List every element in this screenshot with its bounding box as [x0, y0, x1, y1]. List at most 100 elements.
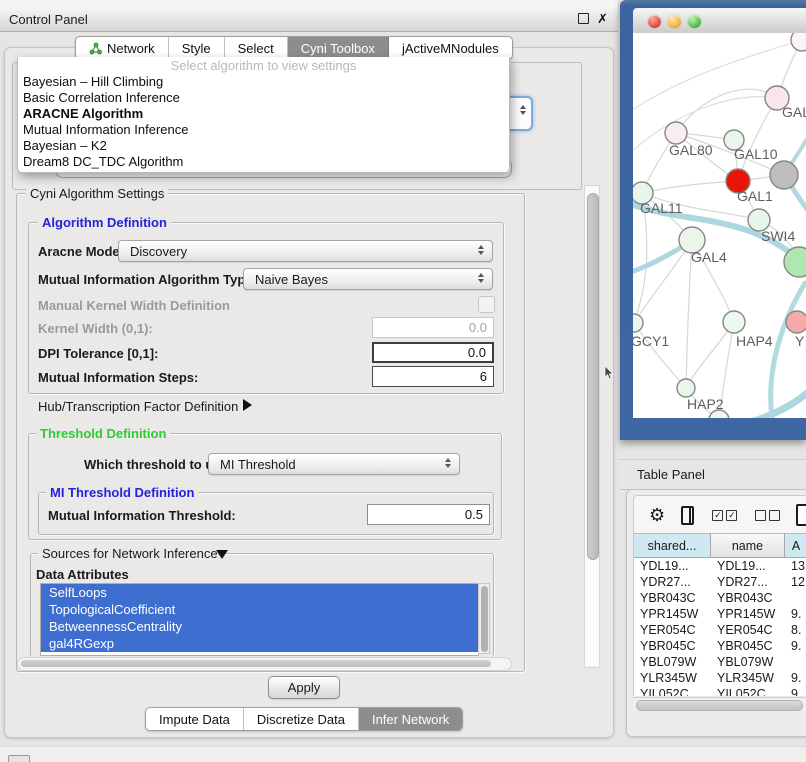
- attribute-item-selected[interactable]: gal4RGexp: [41, 635, 478, 652]
- table-cell[interactable]: YLR345W: [634, 671, 711, 685]
- network-canvas[interactable]: GALGAL80GAL10GAL1GAL11SWI4GAL4GCY1HAP4YH…: [633, 33, 806, 418]
- checked-boxes-icon[interactable]: ✓ ✓: [712, 510, 737, 521]
- attributes-list-scrollbar[interactable]: [478, 583, 490, 654]
- table-cell[interactable]: YPR145W: [711, 607, 785, 621]
- tab-infer-network[interactable]: Infer Network: [359, 708, 462, 730]
- network-edge[interactable]: [642, 181, 738, 193]
- hub-definition-label[interactable]: Hub/Transcription Factor Definition: [38, 399, 238, 414]
- scrollbar-thumb[interactable]: [21, 660, 491, 667]
- table-row[interactable]: YDL19...YDL19...13: [634, 558, 806, 574]
- minimize-traffic-light[interactable]: [668, 15, 681, 28]
- scrollbar-thumb[interactable]: [587, 193, 599, 560]
- tab-network[interactable]: Network: [76, 37, 169, 59]
- manual-kernel-checkbox[interactable]: [478, 296, 495, 313]
- table-cell[interactable]: 12: [785, 575, 806, 589]
- table-row[interactable]: YIL052CYIL052C9: [634, 686, 806, 696]
- network-edge[interactable]: [686, 322, 734, 388]
- aracne-mode-select[interactable]: Discovery: [118, 240, 493, 262]
- scrollbar-thumb[interactable]: [481, 586, 488, 652]
- dropdown-item[interactable]: Bayesian – K2: [18, 138, 509, 154]
- close-icon[interactable]: ✗: [597, 12, 608, 25]
- unchecked-boxes-icon[interactable]: [755, 510, 780, 521]
- network-node[interactable]: [723, 311, 745, 333]
- which-threshold-select[interactable]: MI Threshold: [208, 453, 460, 475]
- table-cell[interactable]: YLR345W: [711, 671, 785, 685]
- table-cell[interactable]: YBR043C: [711, 591, 785, 605]
- zoom-traffic-light[interactable]: [688, 15, 701, 28]
- table-cell[interactable]: YPR145W: [634, 607, 711, 621]
- apply-button[interactable]: Apply: [268, 676, 340, 699]
- dropdown-item[interactable]: Dream8 DC_TDC Algorithm: [18, 154, 509, 170]
- table-cell[interactable]: YDL19...: [711, 559, 785, 573]
- network-node[interactable]: [665, 122, 687, 144]
- gear-icon[interactable]: ⚙: [649, 506, 665, 524]
- attribute-item-selected[interactable]: SelfLoops: [41, 584, 478, 601]
- settings-vertical-scrollbar[interactable]: [584, 185, 600, 668]
- settings-horizontal-scrollbar[interactable]: [17, 657, 512, 671]
- table-row[interactable]: YDR27...YDR27...12: [634, 574, 806, 590]
- table-cell[interactable]: 13: [785, 559, 806, 573]
- table-cell[interactable]: YDR27...: [634, 575, 711, 589]
- table-row[interactable]: YER054CYER054C8.: [634, 622, 806, 638]
- table-cell[interactable]: 9.: [785, 639, 806, 653]
- network-node[interactable]: [791, 33, 806, 51]
- mi-steps-input[interactable]: 6: [372, 366, 494, 387]
- restore-icon[interactable]: [578, 13, 589, 24]
- column-header-shared-name[interactable]: shared...: [634, 534, 711, 557]
- network-window-titlebar[interactable]: [633, 8, 806, 34]
- table-row[interactable]: YPR145WYPR145W9.: [634, 606, 806, 622]
- attribute-item-selected[interactable]: TopologicalCoefficient: [41, 601, 478, 618]
- dropdown-item-selected[interactable]: ARACNE Algorithm: [18, 106, 509, 122]
- table-cell[interactable]: YBR043C: [634, 591, 711, 605]
- table-cell[interactable]: 8.: [785, 623, 806, 637]
- table-cell[interactable]: YBL079W: [634, 655, 711, 669]
- tab-discretize-data[interactable]: Discretize Data: [244, 708, 359, 730]
- dropdown-item[interactable]: Basic Correlation Inference: [18, 90, 509, 106]
- table-row[interactable]: YBL079WYBL079W: [634, 654, 806, 670]
- table-cell[interactable]: YBL079W: [711, 655, 785, 669]
- minimized-window-icon[interactable]: [8, 755, 30, 762]
- mi-threshold-input[interactable]: 0.5: [367, 504, 490, 525]
- network-node-label: GAL11: [640, 200, 683, 216]
- table-row[interactable]: YBR043CYBR043C: [634, 590, 806, 606]
- table-cell[interactable]: YDL19...: [634, 559, 711, 573]
- table-cell[interactable]: YBR045C: [634, 639, 711, 653]
- dropdown-item[interactable]: Mutual Information Inference: [18, 122, 509, 138]
- table-cell[interactable]: YER054C: [634, 623, 711, 637]
- table-row[interactable]: YLR345WYLR345W9.: [634, 670, 806, 686]
- table-cell[interactable]: YDR27...: [711, 575, 785, 589]
- dpi-tolerance-input[interactable]: 0.0: [372, 342, 494, 363]
- scrollbar-thumb[interactable]: [636, 700, 803, 711]
- tab-select[interactable]: Select: [225, 37, 288, 59]
- close-traffic-light[interactable]: [648, 15, 661, 28]
- table-cell[interactable]: 9: [785, 687, 806, 696]
- split-columns-icon[interactable]: [681, 506, 694, 525]
- attribute-item-selected[interactable]: BetweennessCentrality: [41, 618, 478, 635]
- dropdown-item[interactable]: Bayesian – Hill Climbing: [18, 74, 509, 90]
- column-header-name[interactable]: name: [711, 534, 785, 557]
- network-node[interactable]: [677, 379, 695, 397]
- tab-jactivemnodules[interactable]: jActiveMNodules: [389, 37, 512, 59]
- tab-impute-data[interactable]: Impute Data: [146, 708, 244, 730]
- sources-collapse-arrow-icon[interactable]: [216, 550, 228, 559]
- mi-algorithm-type-select[interactable]: Naive Bayes: [243, 268, 493, 290]
- network-node[interactable]: [770, 161, 798, 189]
- kernel-width-input[interactable]: 0.0: [372, 317, 494, 338]
- table-cell[interactable]: YER054C: [711, 623, 785, 637]
- table-cell[interactable]: YIL052C: [711, 687, 785, 696]
- hub-expand-arrow-icon[interactable]: [243, 399, 252, 411]
- tab-cyni-toolbox[interactable]: Cyni Toolbox: [288, 37, 389, 59]
- table-cell[interactable]: 9.: [785, 671, 806, 685]
- table-cell[interactable]: 9.: [785, 607, 806, 621]
- table-cell[interactable]: YIL052C: [634, 687, 711, 696]
- table-row[interactable]: YBR045CYBR045C9.: [634, 638, 806, 654]
- network-edge[interactable]: [634, 240, 692, 323]
- network-node[interactable]: [786, 311, 806, 333]
- tab-style[interactable]: Style: [169, 37, 225, 59]
- focused-combo-fragment[interactable]: [509, 96, 533, 131]
- table-horizontal-scrollbar[interactable]: [633, 697, 806, 711]
- network-node[interactable]: [633, 314, 643, 332]
- table-cell[interactable]: YBR045C: [711, 639, 785, 653]
- column-header-partial[interactable]: A: [785, 534, 806, 557]
- page-icon[interactable]: [796, 504, 806, 526]
